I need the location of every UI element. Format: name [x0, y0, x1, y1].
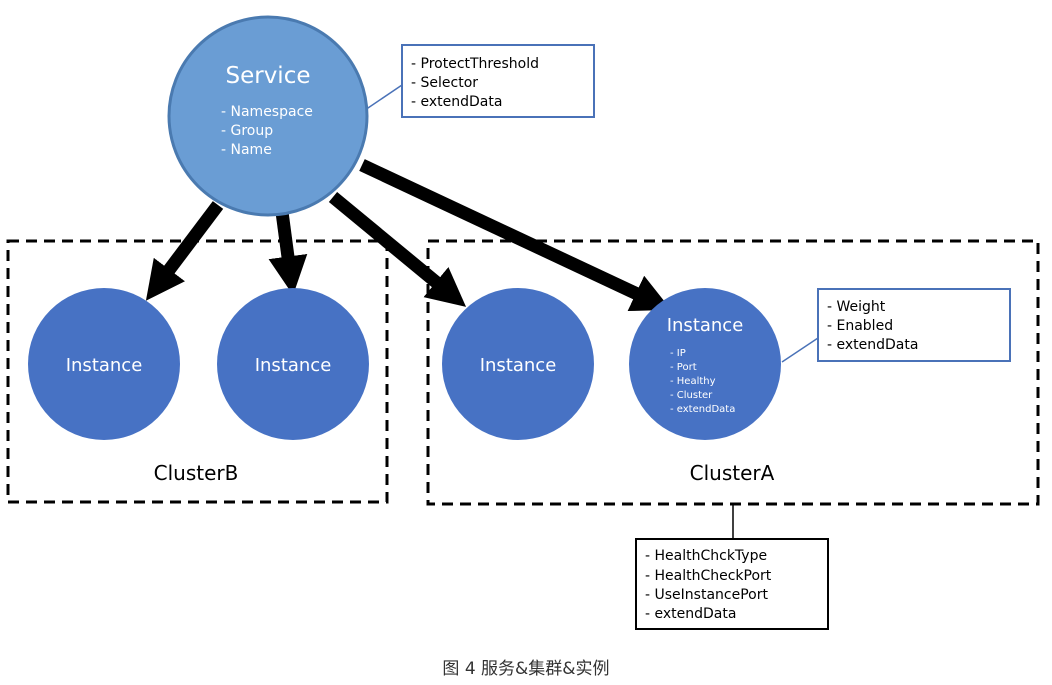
instance-note-connector — [781, 337, 819, 363]
instance-title: Instance — [66, 355, 143, 376]
service-note-line: - Selector — [411, 75, 478, 91]
service-note: - ProtectThreshold - Selector - extendDa… — [401, 44, 595, 118]
instance-field: - Healthy — [670, 376, 716, 387]
arrow-to-instance-2 — [268, 211, 308, 296]
service-field: - Namespace — [221, 104, 313, 120]
cluster-a-label: ClusterA — [690, 461, 775, 485]
service-note-line: - extendData — [411, 94, 502, 110]
instance-node: Instance — [442, 288, 594, 440]
instance-title: Instance — [667, 315, 744, 336]
instance-node-detailed: Instance - IP - Port - Healthy - Cluster… — [629, 288, 781, 440]
diagram-canvas: Service - Namespace - Group - Name - Pro… — [6, 15, 1040, 679]
instance-note-line: - Weight — [827, 299, 886, 315]
service-title: Service — [225, 63, 310, 89]
service-field: - Group — [221, 123, 273, 139]
cluster-note-line: - extendData — [645, 606, 736, 622]
cluster-note-line: - HealthCheckPort — [645, 568, 772, 584]
instance-title: Instance — [480, 355, 557, 376]
instance-note-line: - extendData — [827, 337, 918, 353]
instance-field: - extendData — [670, 404, 735, 415]
instance-field: - Port — [670, 362, 697, 373]
instance-node: Instance — [28, 288, 180, 440]
instance-title: Instance — [255, 355, 332, 376]
cluster-note: - HealthChckType - HealthCheckPort - Use… — [635, 538, 829, 630]
service-node: Service - Namespace - Group - Name — [167, 15, 369, 217]
instance-note-line: - Enabled — [827, 318, 893, 334]
cluster-b-label: ClusterB — [154, 461, 239, 485]
cluster-note-line: - UseInstancePort — [645, 587, 768, 603]
arrow-to-instance-1 — [145, 201, 224, 301]
service-note-connector — [364, 84, 403, 111]
cluster-note-line: - HealthChckType — [645, 548, 767, 564]
service-field: - Name — [221, 142, 272, 158]
instance-field: - IP — [670, 348, 686, 359]
arrow-to-instance-3 — [328, 191, 467, 307]
instance-note: - Weight - Enabled - extendData — [817, 288, 1011, 362]
instance-field: - Cluster — [670, 390, 713, 401]
figure-caption: 图 4 服务&集群&实例 — [442, 659, 609, 679]
instance-node: Instance — [217, 288, 369, 440]
service-note-line: - ProtectThreshold — [411, 56, 539, 72]
arrow-to-instance-4 — [359, 159, 672, 312]
